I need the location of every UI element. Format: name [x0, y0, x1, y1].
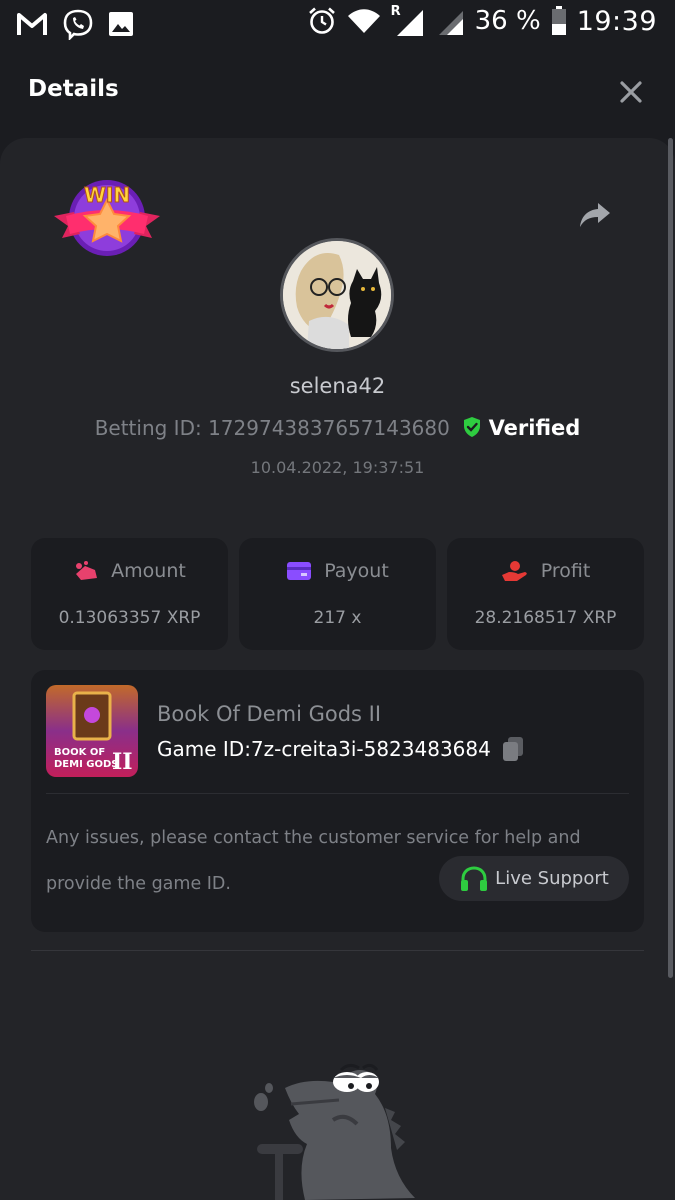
bet-details-panel: WIN selena42 Betting ID: 172974383765714…	[0, 138, 675, 1200]
profit-hand-icon	[501, 561, 527, 581]
amount-icon	[76, 561, 98, 580]
gmail-icon	[17, 13, 47, 35]
payout-card: Payout 217 x	[239, 538, 436, 650]
profit-card: Profit 28.2168517 XRP	[447, 538, 644, 650]
status-bar: R 36 % 19:39	[0, 0, 675, 46]
battery-percent: 36 %	[474, 6, 541, 36]
scrollbar[interactable]	[668, 138, 673, 978]
copy-icon[interactable]	[501, 736, 525, 762]
thumb-title-line2: DEMI GODS	[54, 759, 119, 770]
betting-id-row: Betting ID: 1729743837657143680 Verified	[0, 416, 675, 440]
payout-label: Payout	[324, 560, 389, 582]
live-support-button[interactable]: Live Support	[439, 856, 629, 901]
avatar	[280, 238, 394, 352]
amount-card: Amount 0.13063357 XRP	[31, 538, 228, 650]
gallery-icon	[109, 12, 133, 36]
signal-icon-2	[438, 11, 463, 35]
game-id: Game ID:7z-creita3i-5823483684	[157, 737, 491, 761]
amount-value: 0.13063357 XRP	[58, 608, 201, 628]
betting-id: Betting ID: 1729743837657143680	[94, 416, 450, 440]
crocodile-mascot-illustration	[245, 1048, 425, 1200]
game-name: Book Of Demi Gods II	[157, 702, 382, 726]
profit-value: 28.2168517 XRP	[474, 608, 617, 628]
details-header: Details	[0, 46, 675, 138]
payout-card-icon	[287, 562, 312, 580]
battery-icon	[551, 6, 566, 35]
page-title: Details	[28, 76, 119, 102]
live-support-label: Live Support	[495, 868, 609, 889]
username: selena42	[289, 374, 386, 398]
headset-icon	[461, 865, 488, 891]
win-badge-label: WIN	[84, 183, 130, 207]
close-icon[interactable]	[617, 78, 645, 106]
clock: 19:39	[576, 5, 657, 37]
bet-timestamp: 10.04.2022, 19:37:51	[250, 458, 425, 477]
wifi-icon	[347, 9, 380, 33]
shield-check-icon	[464, 417, 481, 437]
verified-label: Verified	[488, 416, 581, 440]
share-icon[interactable]	[578, 200, 612, 230]
payout-value: 217 x	[313, 608, 362, 628]
game-thumbnail[interactable]: BOOK OF DEMI GODS II	[46, 685, 138, 777]
viber-icon	[63, 9, 93, 40]
game-card: BOOK OF DEMI GODS II Book Of Demi Gods I…	[31, 670, 644, 932]
signal-icon: R	[391, 4, 425, 38]
section-divider	[31, 950, 644, 951]
win-badge: WIN	[52, 176, 162, 261]
amount-label: Amount	[111, 560, 186, 582]
game-id-row: Game ID:7z-creita3i-5823483684	[157, 736, 525, 762]
divider	[46, 793, 629, 794]
thumb-title-line1: BOOK OF	[54, 747, 105, 758]
thumb-title-numeral: II	[112, 749, 133, 775]
alarm-icon	[308, 7, 335, 34]
profit-label: Profit	[540, 560, 591, 582]
